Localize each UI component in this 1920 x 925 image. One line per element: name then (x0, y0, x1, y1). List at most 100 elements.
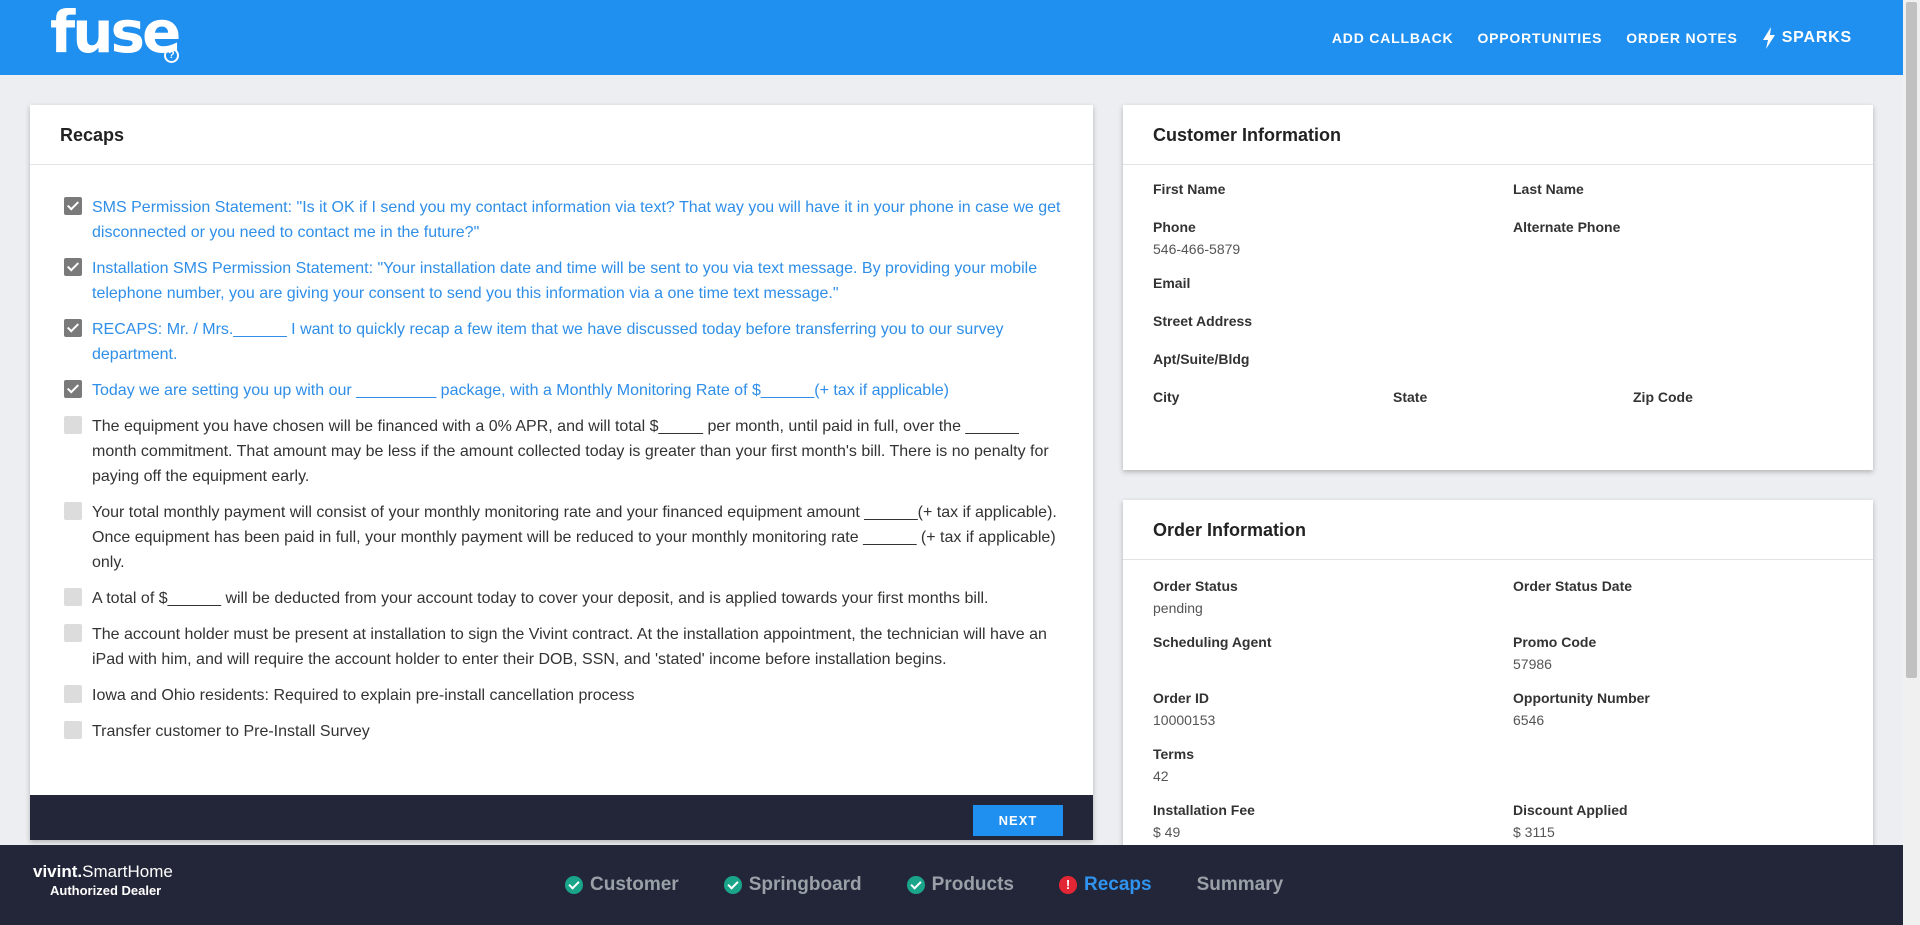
recap-item[interactable]: Your total monthly payment will consist … (64, 500, 1063, 575)
step-products[interactable]: Products (906, 874, 1014, 896)
check-circle-icon (565, 876, 583, 894)
promo-code-value: 57986 (1513, 656, 1552, 672)
fuse-logo[interactable]: fuse ? (50, 2, 185, 66)
recap-text: The account holder must be present at in… (92, 626, 1047, 668)
recap-text: Your total monthly payment will consist … (92, 504, 1057, 571)
customer-info-card: Customer Information First Name Last Nam… (1123, 105, 1873, 470)
help-icon[interactable]: ? (164, 48, 179, 63)
order-id-label: Order ID (1153, 690, 1210, 706)
recap-item[interactable]: RECAPS: Mr. / Mrs.______ I want to quick… (64, 317, 1063, 367)
zip-code-label: Zip Code (1633, 389, 1693, 405)
alternate-phone-label: Alternate Phone (1513, 219, 1621, 235)
customer-info-body: First Name Last Name Phone 546-466-5879 … (1123, 165, 1873, 465)
promo-code-label: Promo Code (1513, 634, 1597, 650)
step-label: Recaps (1084, 874, 1152, 895)
phone-label: Phone (1153, 219, 1196, 235)
recap-checkbox[interactable] (64, 258, 82, 276)
recap-text: Transfer customer to Pre-Install Survey (92, 723, 370, 740)
step-label: Customer (590, 874, 679, 895)
order-status-value: pending (1153, 600, 1203, 616)
recap-item[interactable]: SMS Permission Statement: "Is it OK if I… (64, 195, 1063, 245)
progress-steps: Customer Springboard Products! Recaps Summar… (565, 845, 1328, 925)
street-address-label: Street Address (1153, 313, 1253, 329)
alert-circle-icon: ! (1059, 876, 1077, 894)
order-notes-link[interactable]: ORDER NOTES (1626, 30, 1737, 46)
recap-checkbox[interactable] (64, 380, 82, 398)
vivint-brand: vivint.SmartHome (33, 863, 173, 881)
recap-item[interactable]: Transfer customer to Pre-Install Survey (64, 719, 1063, 744)
order-status-label: Order Status (1153, 578, 1238, 594)
sparks-link[interactable]: SPARKS (1762, 26, 1852, 49)
installation-fee-label: Installation Fee (1153, 802, 1255, 818)
phone-value: 546-466-5879 (1153, 241, 1241, 257)
check-circle-icon (723, 876, 742, 894)
recap-item[interactable]: A total of $______ will be deducted from… (64, 586, 1063, 611)
order-info-title: Order Information (1123, 500, 1873, 560)
step-customer[interactable]: Customer (565, 874, 679, 896)
recaps-card: Recaps SMS Permission Statement: "Is it … (30, 105, 1093, 840)
order-id-value: 10000153 (1153, 712, 1216, 728)
vivint-brand-bold: vivint. (33, 862, 83, 881)
opportunity-number-value: 6546 (1513, 712, 1545, 728)
recap-item[interactable]: The equipment you have chosen will be fi… (64, 414, 1063, 489)
recap-checkbox[interactable] (64, 416, 82, 434)
recap-text: A total of $______ will be deducted from… (92, 590, 989, 607)
step-label: Products (931, 874, 1014, 895)
top-app-bar: fuse ? ADD CALLBACK OPPORTUNITIES ORDER … (0, 0, 1920, 75)
recap-text: Installation SMS Permission Statement: "… (92, 260, 1038, 302)
recap-text: Iowa and Ohio residents: Required to exp… (92, 687, 635, 704)
top-nav: ADD CALLBACK OPPORTUNITIES ORDER NOTES S… (1308, 0, 1852, 75)
step-summary[interactable]: Summary (1197, 874, 1284, 896)
discount-applied-label: Discount Applied (1513, 802, 1628, 818)
recap-item[interactable]: Installation SMS Permission Statement: "… (64, 256, 1063, 306)
sparks-label: SPARKS (1781, 28, 1852, 46)
recap-checkbox[interactable] (64, 197, 82, 215)
recap-text: SMS Permission Statement: "Is it OK if I… (92, 199, 1061, 241)
recap-text: Today we are setting you up with our ___… (92, 382, 949, 399)
logo-text: fuse (50, 0, 181, 66)
recaps-footer: NEXT (30, 795, 1093, 840)
state-label: State (1393, 389, 1428, 405)
opportunities-link[interactable]: OPPORTUNITIES (1477, 30, 1602, 46)
add-callback-link[interactable]: ADD CALLBACK (1332, 30, 1454, 46)
last-name-label: Last Name (1513, 181, 1584, 197)
check-circle-icon (906, 876, 925, 894)
bottom-progress-bar: vivint.SmartHome Authorized Dealer Custo… (0, 845, 1920, 925)
recap-item[interactable]: Iowa and Ohio residents: Required to exp… (64, 683, 1063, 708)
scrollbar-thumb[interactable] (1906, 2, 1917, 678)
recaps-title: Recaps (30, 105, 1093, 165)
recap-checkbox[interactable] (64, 502, 82, 520)
next-button[interactable]: NEXT (973, 805, 1063, 836)
recap-checkbox[interactable] (64, 588, 82, 606)
recap-checkbox[interactable] (64, 319, 82, 337)
recap-item[interactable]: The account holder must be present at in… (64, 622, 1063, 672)
recap-checklist: SMS Permission Statement: "Is it OK if I… (30, 165, 1093, 744)
email-label: Email (1153, 275, 1191, 291)
city-label: City (1153, 389, 1180, 405)
order-status-date-label: Order Status Date (1513, 578, 1633, 594)
lightning-icon (1762, 26, 1775, 49)
apt-suite-label: Apt/Suite/Bldg (1153, 351, 1250, 367)
discount-applied-value: $ 3115 (1513, 824, 1555, 840)
recap-checkbox[interactable] (64, 624, 82, 642)
order-info-card: Order Information Order Status pending O… (1123, 500, 1873, 900)
installation-fee-value: $ 49 (1153, 824, 1181, 840)
order-info-body: Order Status pending Order Status Date S… (1123, 560, 1873, 890)
step-label: Springboard (748, 874, 862, 895)
recap-checkbox[interactable] (64, 685, 82, 703)
scrollbar[interactable] (1903, 0, 1920, 925)
terms-label: Terms (1153, 746, 1194, 762)
recap-text: The equipment you have chosen will be fi… (92, 418, 1049, 485)
step-label: Summary (1196, 874, 1284, 895)
recap-checkbox[interactable] (64, 721, 82, 739)
vivint-logo: vivint.SmartHome Authorized Dealer (33, 863, 173, 899)
scheduling-agent-label: Scheduling Agent (1153, 634, 1272, 650)
recap-item[interactable]: Today we are setting you up with our ___… (64, 378, 1063, 403)
customer-info-title: Customer Information (1123, 105, 1873, 165)
first-name-label: First Name (1153, 181, 1226, 197)
recap-text: RECAPS: Mr. / Mrs.______ I want to quick… (92, 321, 1004, 363)
step-recaps[interactable]: ! Recaps (1059, 874, 1152, 896)
step-springboard[interactable]: Springboard (723, 874, 862, 896)
vivint-brand-rest: SmartHome (82, 862, 173, 881)
opportunity-number-label: Opportunity Number (1513, 690, 1650, 706)
